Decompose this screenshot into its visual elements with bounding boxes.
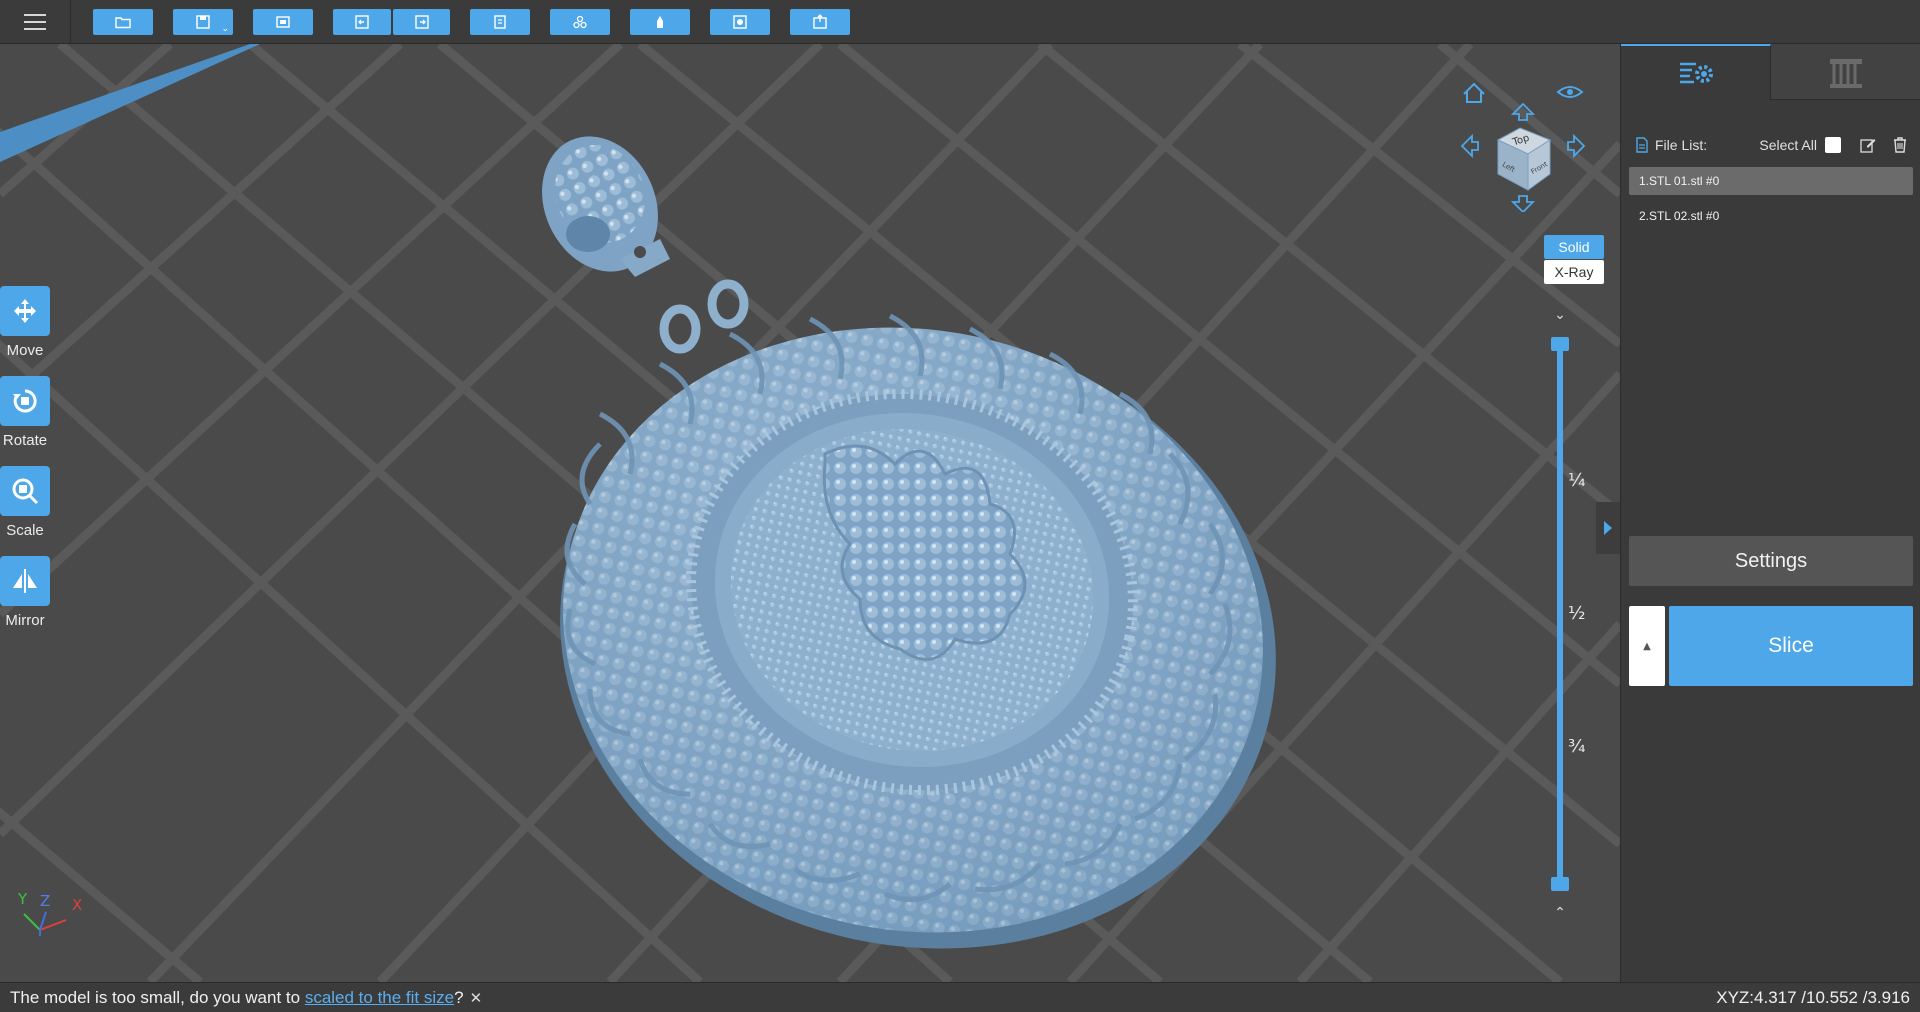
view-cube[interactable]: Top Left Front — [1496, 127, 1552, 191]
rotate-tool[interactable]: Rotate — [0, 376, 50, 449]
slider-mark-half: ½ — [1568, 603, 1586, 624]
arrange-button[interactable] — [550, 9, 610, 35]
scale-to-fit-link[interactable]: scaled to the fit size — [305, 988, 454, 1008]
tab-settings[interactable] — [1621, 44, 1771, 100]
model-pendant[interactable] — [502, 263, 1334, 982]
scale-label: Scale — [6, 522, 44, 539]
top-toolbar: ⌄ — [0, 0, 1920, 44]
plate-edge — [0, 44, 260, 162]
settings-button[interactable]: Settings — [1629, 536, 1913, 586]
toolbar-divider — [70, 0, 71, 44]
xray-view-button[interactable]: X-Ray — [1544, 260, 1604, 284]
redo-button[interactable] — [393, 9, 450, 35]
arrange-icon — [573, 15, 587, 29]
file-list-header: File List: Select All — [1635, 134, 1909, 156]
file-icon — [1636, 137, 1648, 153]
close-icon[interactable]: ✕ — [470, 989, 483, 1007]
move-tool[interactable]: Move — [0, 286, 50, 359]
open-file-icon — [115, 17, 131, 29]
axis-z-label: Z — [40, 892, 50, 910]
open-file-button[interactable] — [93, 9, 153, 35]
mirror-tool[interactable]: Mirror — [0, 556, 50, 629]
save-icon — [196, 15, 210, 29]
layer-slider-top-handle[interactable] — [1551, 337, 1569, 351]
axis-indicator: Y Z X — [17, 890, 82, 936]
arrow-right-icon[interactable] — [1567, 133, 1586, 159]
right-panel: File List: Select All 1.STL 01.stl #0 2.… — [1620, 44, 1920, 982]
chevron-up-icon[interactable]: ⌃ — [1549, 904, 1571, 922]
eye-view-icon[interactable] — [1556, 86, 1584, 98]
axis-x-label: X — [72, 896, 82, 914]
file-list-label: File List: — [1655, 137, 1708, 153]
scale-icon — [0, 466, 50, 516]
solid-view-button[interactable]: Solid — [1544, 235, 1604, 259]
edit-icon[interactable] — [1859, 136, 1877, 154]
export-button[interactable] — [790, 9, 850, 35]
chevron-down-icon[interactable]: ⌄ — [1549, 306, 1571, 324]
build-plate-scene — [0, 44, 1620, 982]
redo-icon — [414, 15, 429, 29]
status-message-suffix: ? — [454, 988, 464, 1007]
chevron-down-icon: ⌄ — [221, 24, 229, 34]
slider-mark-quarter: ¼ — [1568, 470, 1586, 491]
copy-icon — [494, 15, 506, 29]
slice-options-toggle[interactable]: ▲ — [1629, 606, 1665, 686]
3d-viewport[interactable]: Top Left Front Y Z X — [0, 44, 1620, 982]
tab-supports[interactable] — [1771, 44, 1920, 100]
status-bar: The model is too small, do you want to s… — [0, 982, 1920, 1012]
hollow-icon — [733, 15, 747, 29]
support-button[interactable] — [630, 9, 690, 35]
layer-slider-bottom-handle[interactable] — [1551, 877, 1569, 891]
settings-list-icon — [1679, 62, 1713, 84]
model-bail[interactable] — [521, 117, 680, 290]
slice-button[interactable]: Slice — [1669, 606, 1913, 686]
screenshot-icon — [276, 16, 290, 28]
mirror-icon — [0, 556, 50, 606]
status-message: The model is too small, do you want to s… — [10, 988, 482, 1008]
xyz-readout: XYZ:4.317 /10.552 /3.916 — [1716, 988, 1910, 1007]
copy-button[interactable] — [470, 9, 530, 35]
move-label: Move — [6, 342, 44, 359]
screenshot-button[interactable] — [253, 9, 313, 35]
panel-toggle-button[interactable] — [1596, 502, 1620, 554]
undo-icon — [355, 15, 369, 29]
status-message-text: The model is too small, do you want to — [10, 988, 305, 1007]
layer-slider-track[interactable] — [1557, 344, 1563, 884]
chevron-right-icon — [1604, 521, 1612, 535]
move-icon — [0, 286, 50, 336]
caret-up-icon: ▲ — [1643, 640, 1651, 652]
arrow-up-icon[interactable] — [1510, 102, 1536, 121]
save-button[interactable]: ⌄ — [173, 9, 233, 35]
view-navigator: Top Left Front — [1458, 72, 1588, 214]
select-all-label: Select All — [1759, 137, 1817, 153]
scale-tool[interactable]: Scale — [0, 466, 50, 539]
export-icon — [813, 14, 827, 29]
mirror-label: Mirror — [5, 612, 45, 629]
rotate-icon — [0, 376, 50, 426]
trash-icon[interactable] — [1891, 136, 1909, 154]
file-list-item[interactable]: 2.STL 02.stl #0 — [1629, 202, 1913, 230]
axis-y-label: Y — [17, 890, 28, 908]
supports-icon — [1830, 58, 1862, 88]
hollow-button[interactable] — [710, 9, 770, 35]
arrow-down-icon[interactable] — [1510, 195, 1536, 214]
panel-tabs — [1621, 44, 1920, 100]
undo-button[interactable] — [333, 9, 391, 35]
arrow-left-icon[interactable] — [1460, 133, 1479, 159]
home-view-icon[interactable] — [1463, 82, 1485, 103]
support-icon — [657, 16, 663, 28]
select-all-checkbox[interactable] — [1825, 137, 1841, 153]
hamburger-menu-icon[interactable] — [16, 8, 54, 36]
rotate-label: Rotate — [2, 432, 48, 449]
slider-mark-three-quarters: ¾ — [1568, 736, 1586, 757]
file-list-item[interactable]: 1.STL 01.stl #0 — [1629, 167, 1913, 195]
